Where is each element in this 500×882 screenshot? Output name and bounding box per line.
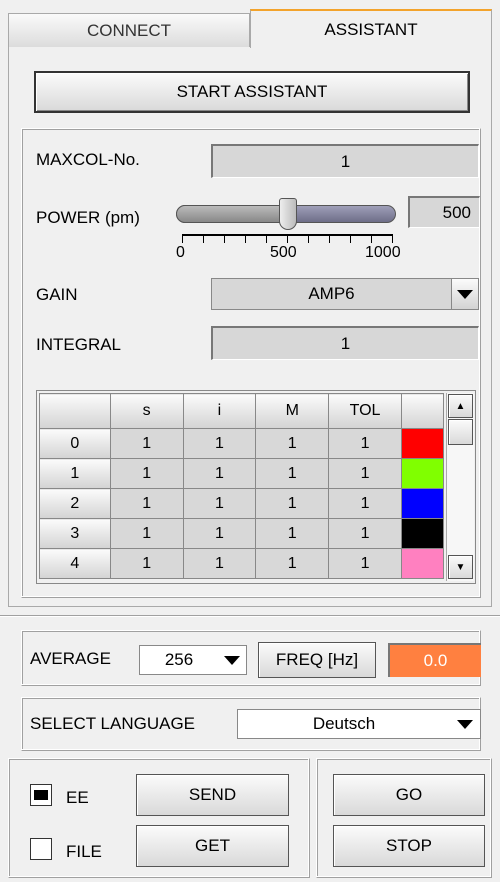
- color-swatch[interactable]: [400, 428, 445, 459]
- color-table: s i M TOL 0111111111211113111141111 ▲ ▼: [36, 390, 476, 584]
- table-cell[interactable]: 1: [109, 488, 184, 519]
- integral-value: 1: [340, 333, 351, 353]
- ee-label: EE: [66, 788, 89, 807]
- power-label: POWER (pm): [36, 208, 140, 227]
- power-slider-thumb[interactable]: [279, 198, 297, 230]
- scroll-down-icon[interactable]: ▼: [448, 555, 473, 579]
- column-header-s[interactable]: s: [109, 393, 184, 429]
- send-button[interactable]: SEND: [136, 774, 289, 816]
- tab-assistant-label: ASSISTANT: [324, 19, 418, 39]
- language-value: Deutsch: [312, 714, 376, 733]
- gain-dropdown[interactable]: AMP6: [211, 278, 479, 310]
- checkbox-checked-icon: [34, 790, 48, 800]
- power-scale-max: 1000: [365, 244, 401, 261]
- go-button[interactable]: GO: [333, 774, 485, 816]
- table-row: 01111: [39, 428, 445, 459]
- maxcol-indicator: 1: [211, 144, 479, 178]
- chevron-down-icon[interactable]: [218, 646, 246, 674]
- power-value-field[interactable]: 500: [408, 196, 480, 228]
- average-label: AVERAGE: [30, 649, 111, 668]
- gain-value: AMP6: [308, 284, 355, 303]
- color-table-grid: s i M TOL 0111111111211113111141111: [39, 393, 445, 579]
- row-header[interactable]: 3: [39, 518, 111, 549]
- maxcol-label: MAXCOL-No.: [36, 150, 140, 169]
- color-swatch[interactable]: [400, 488, 445, 519]
- row-header[interactable]: 2: [39, 488, 111, 519]
- color-swatch[interactable]: [400, 518, 445, 549]
- chevron-down-icon[interactable]: [450, 710, 480, 738]
- tab-connect[interactable]: CONNECT: [8, 13, 250, 47]
- power-value: 500: [442, 202, 471, 222]
- color-swatch[interactable]: [400, 548, 445, 579]
- power-scale-mid: 500: [270, 244, 297, 261]
- freq-value: 0.0: [423, 651, 448, 670]
- table-cell[interactable]: 1: [255, 518, 330, 549]
- table-cell[interactable]: 1: [328, 428, 402, 459]
- color-swatch[interactable]: [400, 458, 445, 489]
- table-cell[interactable]: 1: [182, 488, 257, 519]
- table-row: 31111: [39, 518, 445, 549]
- column-header-color: [400, 393, 445, 429]
- table-cell[interactable]: 1: [328, 518, 402, 549]
- get-label: GET: [195, 836, 230, 855]
- table-cell[interactable]: 1: [109, 458, 184, 489]
- maxcol-value: 1: [340, 151, 351, 171]
- column-header-m[interactable]: M: [255, 393, 330, 429]
- language-dropdown[interactable]: Deutsch: [237, 709, 481, 739]
- divider-1: [0, 615, 500, 617]
- start-assistant-label: START ASSISTANT: [176, 82, 328, 101]
- table-scrollbar[interactable]: ▲ ▼: [446, 393, 474, 581]
- freq-button-label: FREQ [Hz]: [275, 650, 359, 669]
- freq-button[interactable]: FREQ [Hz]: [258, 642, 376, 678]
- row-header[interactable]: 1: [39, 458, 111, 489]
- tab-assistant[interactable]: ASSISTANT: [250, 9, 492, 48]
- power-scale-min: 0: [176, 244, 185, 261]
- table-row: 21111: [39, 488, 445, 519]
- column-header-tol[interactable]: TOL: [328, 393, 402, 429]
- power-slider-fill: [176, 205, 288, 223]
- table-row: 11111: [39, 458, 445, 489]
- power-scale-ticks: [182, 234, 393, 243]
- scroll-up-icon[interactable]: ▲: [448, 394, 473, 418]
- ee-checkbox[interactable]: [30, 784, 52, 806]
- language-label: SELECT LANGUAGE: [30, 714, 196, 733]
- start-assistant-button[interactable]: START ASSISTANT: [34, 71, 470, 113]
- file-checkbox[interactable]: [30, 838, 52, 860]
- integral-indicator: 1: [211, 326, 479, 360]
- table-cell[interactable]: 1: [109, 518, 184, 549]
- table-cell[interactable]: 1: [328, 488, 402, 519]
- stop-button[interactable]: STOP: [333, 825, 485, 867]
- table-cell[interactable]: 1: [182, 518, 257, 549]
- go-label: GO: [395, 785, 423, 804]
- table-cell[interactable]: 1: [255, 458, 330, 489]
- file-label: FILE: [66, 842, 102, 861]
- table-cell[interactable]: 1: [255, 428, 330, 459]
- stop-label: STOP: [386, 836, 432, 855]
- table-cell[interactable]: 1: [109, 428, 184, 459]
- table-cell[interactable]: 1: [182, 458, 257, 489]
- table-cell[interactable]: 1: [182, 428, 257, 459]
- get-button[interactable]: GET: [136, 825, 289, 867]
- scrollbar-thumb[interactable]: [448, 419, 473, 445]
- column-header-i[interactable]: i: [182, 393, 257, 429]
- average-dropdown[interactable]: 256: [139, 645, 247, 675]
- row-header[interactable]: 0: [39, 428, 111, 459]
- tab-connect-label: CONNECT: [86, 20, 172, 40]
- table-cell[interactable]: 1: [328, 548, 402, 579]
- table-cell[interactable]: 1: [109, 548, 184, 579]
- average-value: 256: [164, 650, 194, 669]
- row-header[interactable]: 4: [39, 548, 111, 579]
- gain-label: GAIN: [36, 285, 78, 304]
- chevron-down-icon[interactable]: [451, 279, 478, 309]
- freq-indicator: 0.0: [388, 643, 481, 677]
- table-cell[interactable]: 1: [328, 458, 402, 489]
- table-row: 41111: [39, 548, 445, 579]
- table-corner: [39, 393, 111, 429]
- table-cell[interactable]: 1: [255, 548, 330, 579]
- send-label: SEND: [188, 785, 237, 804]
- table-header-row: s i M TOL: [39, 393, 445, 429]
- table-cell[interactable]: 1: [255, 488, 330, 519]
- table-cell[interactable]: 1: [182, 548, 257, 579]
- integral-label: INTEGRAL: [36, 335, 122, 354]
